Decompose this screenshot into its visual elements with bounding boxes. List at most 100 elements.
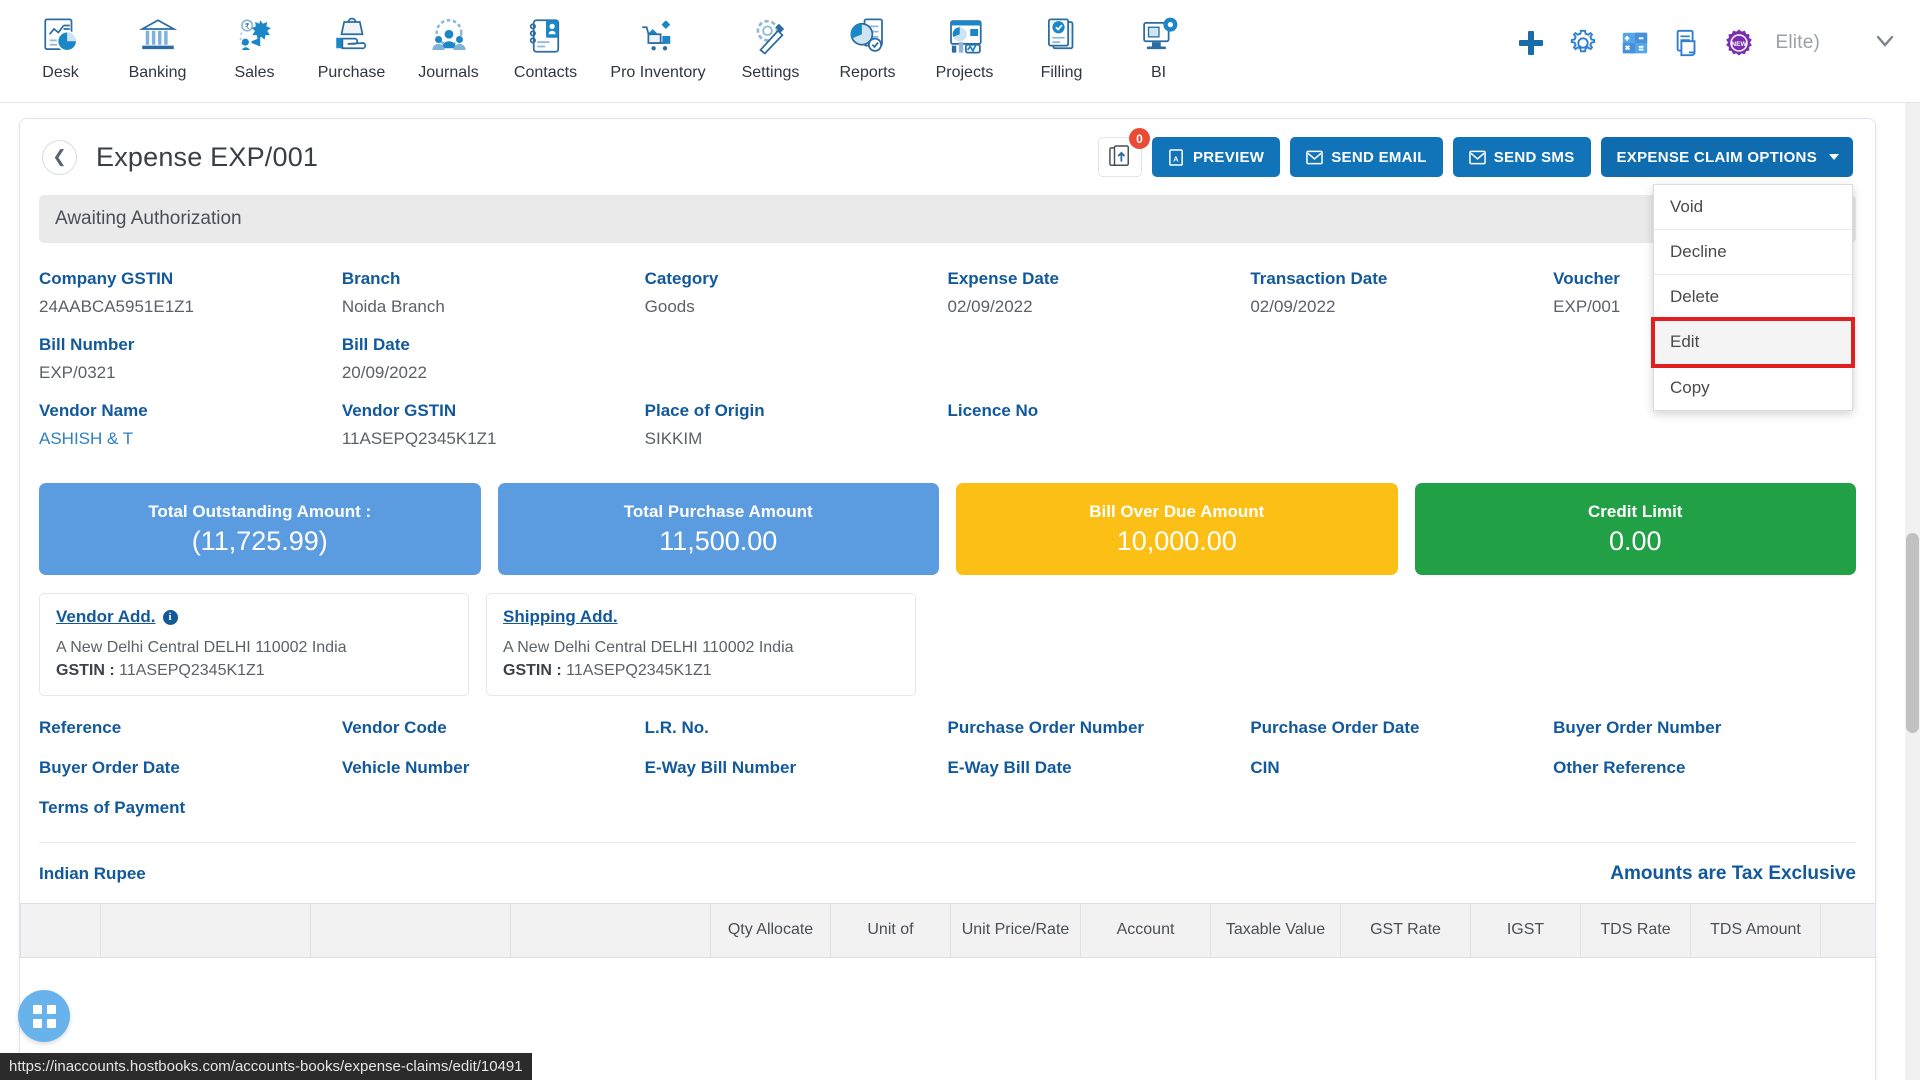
currency-label: Indian Rupee xyxy=(39,864,146,883)
menu-item-delete[interactable]: Delete xyxy=(1654,275,1852,320)
send-email-button[interactable]: SEND EMAIL xyxy=(1290,137,1443,177)
shipping-address-title[interactable]: Shipping Add. xyxy=(503,607,618,627)
gear-icon[interactable] xyxy=(1568,28,1598,58)
th-col-2 xyxy=(310,903,511,958)
menu-item-copy[interactable]: Copy xyxy=(1654,365,1852,410)
th-igst: IGST xyxy=(1470,903,1581,958)
page-title: Expense EXP/001 xyxy=(96,141,319,172)
nav-item-projects[interactable]: Projects xyxy=(916,6,1013,82)
purchase-icon xyxy=(331,10,373,62)
tile-label: Credit Limit xyxy=(1588,501,1683,521)
grid-cell xyxy=(32,1004,42,1014)
tile-total-purchase-amount: Total Purchase Amount 11,500.00 xyxy=(497,483,939,575)
fields-section: Company GSTIN 24AABCA5951E1Z1 Branch Noi… xyxy=(20,265,1875,463)
chevron-down-icon[interactable] xyxy=(1872,28,1898,59)
preview-button[interactable]: A PREVIEW xyxy=(1151,137,1281,177)
ref-label-other-reference: Other Reference xyxy=(1553,758,1686,777)
tile-value: 11,500.00 xyxy=(659,525,778,556)
nav-item-banking[interactable]: Banking xyxy=(109,6,206,82)
contacts-icon xyxy=(525,10,567,62)
journals-icon xyxy=(428,10,470,62)
document-icon[interactable] xyxy=(1672,28,1702,58)
inventory-icon xyxy=(637,10,679,62)
vendor-address-card: Vendor Add. i A New Delhi Central DELHI … xyxy=(39,593,469,696)
plus-icon[interactable] xyxy=(1516,28,1546,58)
ref-label-reference: Reference xyxy=(39,718,122,737)
field-label: Vendor Name xyxy=(39,401,148,420)
menu-item-decline[interactable]: Decline xyxy=(1654,230,1852,275)
page-header: ❮ Expense EXP/001 0 A PREVIEW SEND EMAIL… xyxy=(20,119,1875,411)
send-sms-button[interactable]: SEND SMS xyxy=(1452,137,1591,177)
nav-item-settings[interactable]: Settings xyxy=(722,6,819,82)
ref-label-purchase-order-number: Purchase Order Number xyxy=(947,718,1145,737)
currency-row: Indian Rupee Amounts are Tax Exclusive xyxy=(20,863,1875,885)
vertical-scrollbar-track[interactable] xyxy=(1905,103,1920,1080)
nav-label-banking: Banking xyxy=(128,64,187,81)
nav-label-bi: BI xyxy=(1150,64,1167,81)
line-items-table: Qty Allocate Unit of Unit Price/Rate Acc… xyxy=(20,903,1875,958)
nav-label-sales: Sales xyxy=(234,64,275,81)
nav-label-journals: Journals xyxy=(418,64,479,81)
ref-label-purchase-order-date: Purchase Order Date xyxy=(1250,718,1420,737)
sales-icon: ₹ xyxy=(234,10,276,62)
grid-apps-icon[interactable] xyxy=(18,990,70,1042)
field-label: Transaction Date xyxy=(1250,269,1388,288)
th-gst-rate: GST Rate xyxy=(1340,903,1471,958)
nav-item-desk[interactable]: Desk xyxy=(12,6,109,82)
expense-claim-options-button[interactable]: EXPENSE CLAIM OPTIONS xyxy=(1600,137,1853,177)
nav-item-reports[interactable]: Reports xyxy=(819,6,916,82)
line-items-table-wrapper: Qty Allocate Unit of Unit Price/Rate Acc… xyxy=(20,903,1875,958)
field-label: Bill Date xyxy=(341,335,410,354)
th-qty-allocate: Qty Allocate xyxy=(710,903,831,958)
field-value: 02/09/2022 xyxy=(947,297,1033,316)
vendor-address-title-text: Vendor Add. xyxy=(56,607,156,626)
send-sms-button-label: SEND SMS xyxy=(1493,148,1575,166)
field-label: Place of Origin xyxy=(644,401,765,420)
reference-section: Reference Vendor Code L.R. No. Purchase … xyxy=(20,718,1875,843)
field-bill-date: Bill Date 20/09/2022 xyxy=(342,331,645,397)
nav-label-filling: Filling xyxy=(1040,64,1083,81)
svg-text:₹: ₹ xyxy=(244,22,249,31)
vendor-address-title[interactable]: Vendor Add. i xyxy=(56,607,178,627)
vertical-scrollbar-thumb[interactable] xyxy=(1906,533,1919,733)
info-icon[interactable]: i xyxy=(162,609,178,625)
field-transaction-date: Transaction Date 02/09/2022 xyxy=(1250,265,1553,331)
share-upload-icon[interactable]: 0 xyxy=(1097,128,1150,177)
nav-item-sales[interactable]: ₹ Sales xyxy=(206,6,303,82)
ref-label-vendor-code: Vendor Code xyxy=(341,718,447,737)
header-actions: 0 A PREVIEW SEND EMAIL SEND SMS EXPENSE … xyxy=(1097,128,1855,411)
grid-cell xyxy=(46,1018,56,1028)
ref-label-eway-bill-date: E-Way Bill Date xyxy=(947,758,1072,777)
send-email-button-label: SEND EMAIL xyxy=(1331,148,1427,166)
new-badge-icon[interactable]: NEW xyxy=(1724,28,1754,58)
fields-row-3: Vendor Name ASHISH & T Vendor GSTIN 11AS… xyxy=(39,397,1856,463)
field-label: Expense Date xyxy=(947,269,1060,288)
status-text: Awaiting Authorization xyxy=(55,208,242,229)
field-label: Company GSTIN xyxy=(39,269,174,288)
tile-label: Total Purchase Amount xyxy=(623,501,813,521)
field-value: SIKKIM xyxy=(644,429,703,448)
field-value-link[interactable]: ASHISH & T xyxy=(39,425,342,453)
field-label: Bill Number xyxy=(39,335,135,354)
nav-item-journals[interactable]: Journals xyxy=(400,6,497,82)
nav-item-bi[interactable]: BI xyxy=(1110,6,1207,82)
calculator-icon[interactable] xyxy=(1620,28,1650,58)
tile-value: 10,000.00 xyxy=(1116,525,1237,556)
nav-label-pro-inventory: Pro Inventory xyxy=(610,64,706,81)
field-value: Goods xyxy=(644,297,695,316)
nav-item-filling[interactable]: Filling xyxy=(1013,6,1110,82)
menu-item-void[interactable]: Void xyxy=(1654,185,1852,230)
nav-label-desk: Desk xyxy=(42,64,79,81)
grid-cell xyxy=(46,1004,56,1014)
nav-item-pro-inventory[interactable]: Pro Inventory xyxy=(594,6,722,82)
menu-item-edit[interactable]: Edit xyxy=(1651,317,1855,368)
settings-icon xyxy=(750,10,792,62)
nav-item-contacts[interactable]: Contacts xyxy=(497,6,594,82)
tile-label: Bill Over Due Amount xyxy=(1089,501,1265,521)
svg-text:NEW: NEW xyxy=(1731,41,1747,48)
field-label: Category xyxy=(644,269,719,288)
back-arrow-icon[interactable]: ❮ xyxy=(42,139,77,175)
field-vendor-name: Vendor Name ASHISH & T xyxy=(39,397,342,463)
reports-icon xyxy=(847,10,889,62)
nav-item-purchase[interactable]: Purchase xyxy=(303,6,400,82)
